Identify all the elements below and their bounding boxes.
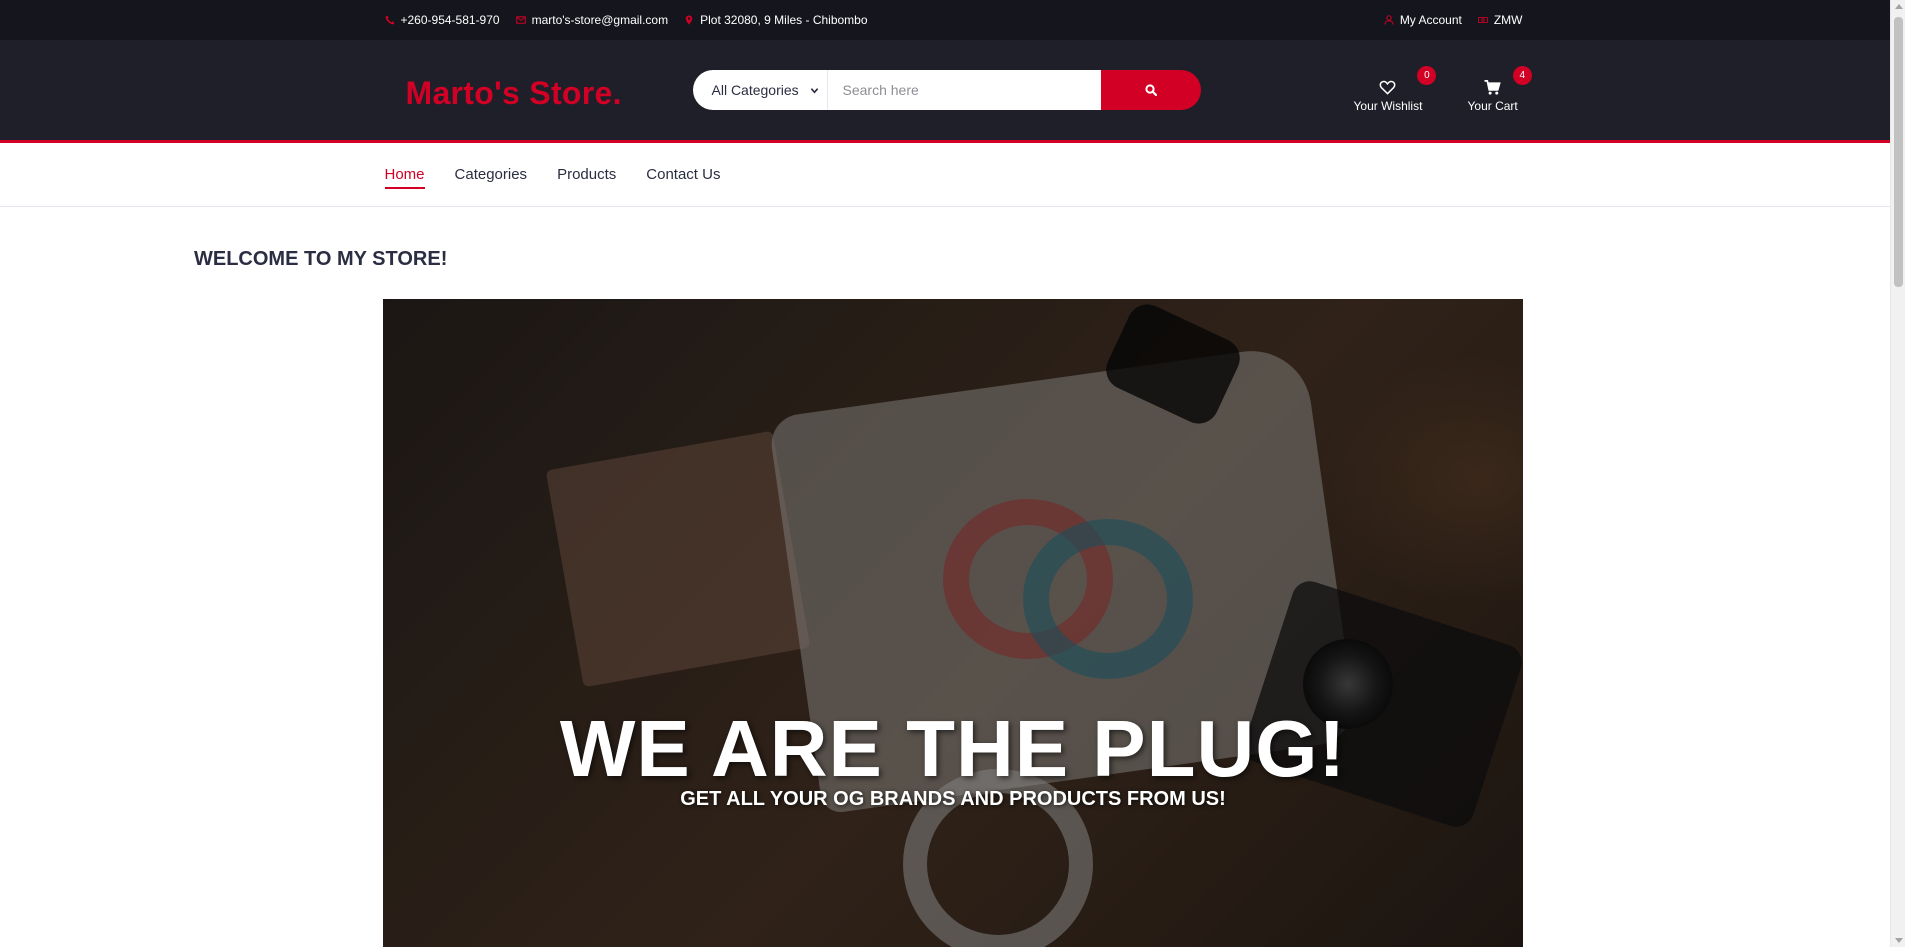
currency-link[interactable]: ZMW [1478,13,1523,27]
wishlist-count-badge: 0 [1417,66,1437,85]
wishlist-button[interactable]: 0 Your Wishlist [1353,66,1437,113]
header: Marto's Store. All Categories 0 Your Wis… [0,40,1905,143]
cart-label: Your Cart [1467,99,1518,113]
phone-link[interactable]: +260-954-581-970 [385,13,500,27]
user-icon [1384,15,1394,25]
email-link[interactable]: marto's-store@gmail.com [515,13,669,27]
scroll-down-arrow-icon[interactable] [1895,938,1903,943]
hero-subtitle: GET ALL YOUR OG BRANDS AND PRODUCTS FROM… [680,788,1226,810]
cart-count-badge: 4 [1512,66,1532,85]
wishlist-label: Your Wishlist [1353,99,1423,113]
my-account-label: My Account [1399,13,1462,27]
money-icon [1478,17,1488,23]
address-text: Plot 32080, 9 Miles - Chibombo [700,13,868,27]
hero-title: WE ARE THE PLUG! [559,704,1347,793]
heart-icon [1380,80,1396,95]
search-icon [1144,84,1157,96]
map-marker-icon [685,15,693,25]
store-logo[interactable]: Marto's Store. [406,75,622,112]
scroll-up-arrow-icon[interactable] [1895,4,1903,9]
chevron-down-icon [810,87,818,94]
category-select-value: All Categories [711,82,799,98]
phone-text: +260-954-581-970 [400,13,500,27]
category-select[interactable]: All Categories [692,70,828,110]
email-text: marto's-store@gmail.com [531,13,669,27]
phone-icon [385,15,394,25]
scrollbar-thumb[interactable] [1894,17,1903,287]
search-form: All Categories [692,70,1201,110]
page: +260-954-581-970 marto's-store@gmail.com… [0,0,1905,947]
welcome-heading: WELCOME TO MY STORE! [194,248,448,270]
nav-item-home[interactable]: Home [384,162,425,189]
nav-item-products[interactable]: Products [557,162,616,187]
shopping-cart-icon [1484,80,1501,95]
nav-item-categories[interactable]: Categories [455,162,528,187]
cart-button[interactable]: 4 Your Cart [1467,66,1532,113]
search-button[interactable] [1100,70,1201,110]
address-link[interactable]: Plot 32080, 9 Miles - Chibombo [684,13,868,27]
hero-banner: WE ARE THE PLUG! GET ALL YOUR OG BRANDS … [383,299,1523,947]
main-navigation: Home Categories Products Contact Us [0,143,1905,207]
page-scrollbar[interactable] [1890,0,1905,947]
nav-item-contact-us[interactable]: Contact Us [646,162,720,187]
top-bar: +260-954-581-970 marto's-store@gmail.com… [0,0,1905,40]
currency-label: ZMW [1493,13,1523,27]
my-account-link[interactable]: My Account [1384,13,1462,27]
envelope-icon [515,16,526,24]
search-input[interactable] [827,70,1101,110]
